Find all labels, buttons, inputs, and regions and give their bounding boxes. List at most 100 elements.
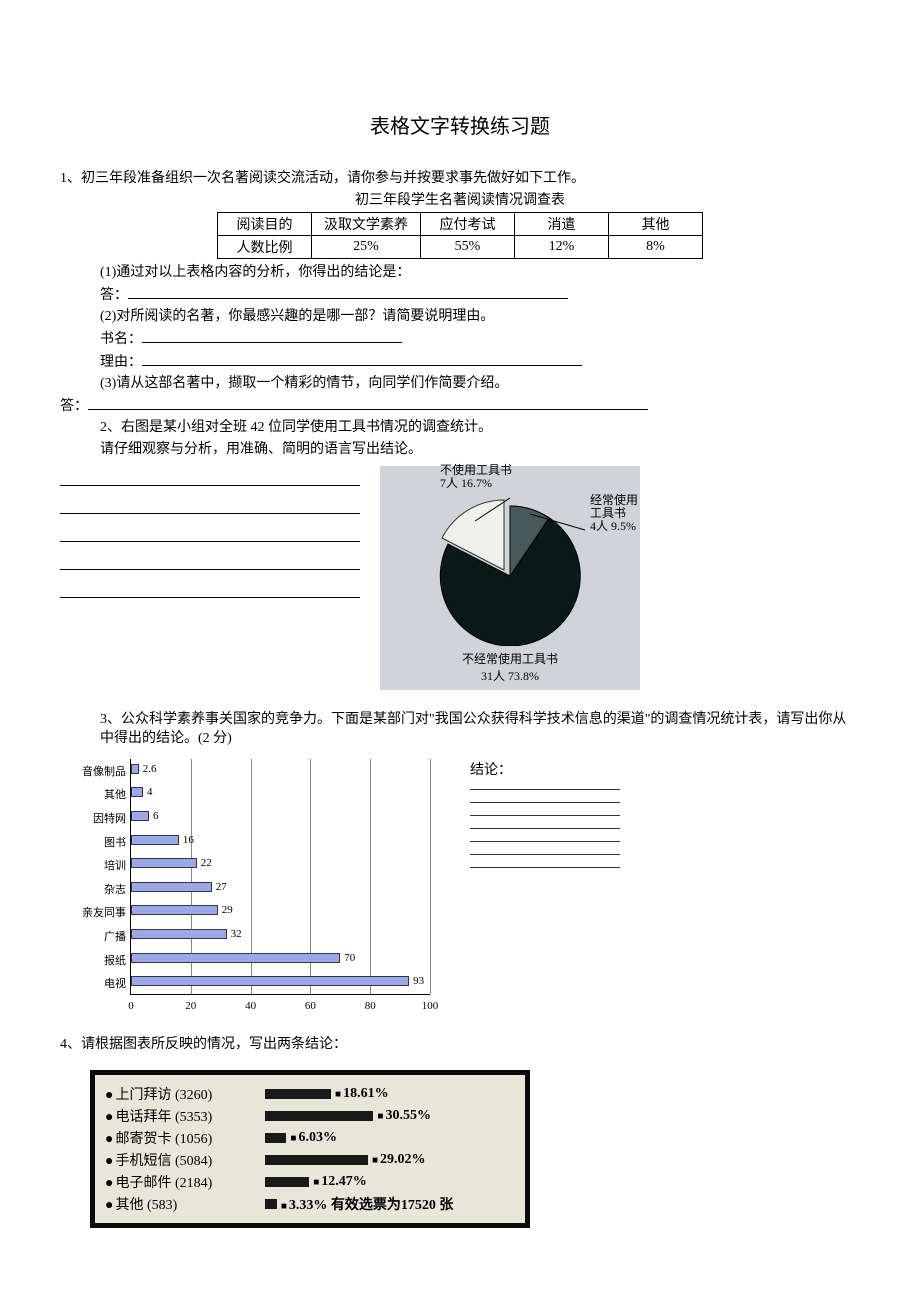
pie-icon <box>425 486 595 646</box>
q4-bar-rect <box>265 1177 309 1187</box>
xtick: 40 <box>245 1000 256 1012</box>
bar-rect <box>131 787 143 797</box>
bar-rect <box>131 835 179 845</box>
q2-pie-chart: 不使用工具书 7人 16.7% 经常使用 工具书 4人 9.5% 不经常使用工具… <box>380 466 640 690</box>
bar-value-label: 16 <box>183 834 194 846</box>
q4-bar-rect <box>265 1111 373 1121</box>
pie-label-r1: 经常使用 <box>590 493 638 507</box>
q3-bar-chart: 0 20 40 60 80 100 2.64616222729327093 音像… <box>60 759 440 1019</box>
q1-ans1: 答： <box>100 285 860 306</box>
page-title: 表格文字转换练习题 <box>60 110 860 139</box>
bar-rect <box>131 858 197 868</box>
q1-v2: 12% <box>515 236 609 259</box>
bar-value-label: 27 <box>216 881 227 893</box>
bar-row: 70 <box>131 952 430 964</box>
bar-row: 27 <box>131 881 430 893</box>
q2-intro2: 请仔细观察与分析，用准确、简明的语言写出结论。 <box>100 440 860 460</box>
bar-category-label: 音像制品 <box>60 763 126 779</box>
blank-line[interactable] <box>470 854 620 855</box>
bar-rect <box>131 929 227 939</box>
bar-value-label: 32 <box>231 928 242 940</box>
pie-label-bottom: 不经常使用工具书 <box>462 652 558 666</box>
blank-line[interactable] <box>60 578 360 598</box>
q1-book: 书名： <box>100 329 860 350</box>
bar-category-label: 因特网 <box>60 810 126 826</box>
q1-ans3: 答： <box>60 396 860 417</box>
bar-value-label: 2.6 <box>143 763 157 775</box>
q4-item-name: 邮寄贺卡 (1056) <box>105 1128 265 1148</box>
blank-line[interactable] <box>470 828 620 829</box>
q4-bar-rect <box>265 1089 331 1099</box>
q1-v3: 8% <box>609 236 703 259</box>
bar-category-label: 电视 <box>60 975 126 991</box>
blank-line[interactable] <box>128 285 568 299</box>
q4-item-name: 手机短信 (5084) <box>105 1150 265 1170</box>
bar-row: 16 <box>131 834 430 846</box>
q4-row: 上门拜访 (3260)18.61% <box>105 1083 515 1105</box>
blank-line[interactable] <box>60 522 360 542</box>
q1-h3: 消遣 <box>515 213 609 236</box>
bar-row: 32 <box>131 928 430 940</box>
bar-value-label: 22 <box>201 857 212 869</box>
xtick: 0 <box>128 1000 134 1012</box>
blank-line[interactable] <box>470 867 620 868</box>
q1-h2: 应付考试 <box>421 213 515 236</box>
blank-line[interactable] <box>60 494 360 514</box>
blank-line[interactable] <box>470 789 620 790</box>
q2-answer-lines[interactable] <box>60 466 360 690</box>
blank-line[interactable] <box>470 841 620 842</box>
q4-item-name: 其他 (583) <box>105 1194 265 1214</box>
q4-intro: 4、请根据图表所反映的情况，写出两条结论： <box>60 1035 860 1055</box>
pie-label-r2: 工具书 <box>590 506 626 520</box>
bar-value-label: 4 <box>147 786 153 798</box>
bar-rect <box>131 882 212 892</box>
q4-row: 其他 (583)3.33% 有效选票为17520 张 <box>105 1193 515 1215</box>
bar-value-label: 93 <box>413 975 424 987</box>
bar-row: 2.6 <box>131 763 430 775</box>
bar-row: 93 <box>131 975 430 987</box>
q1-v1: 55% <box>421 236 515 259</box>
q1-sub2: (2)对所阅读的名著，你最感兴趣的是哪一部？请简要说明理由。 <box>100 307 860 327</box>
bar-rect <box>131 764 139 774</box>
blank-line[interactable] <box>470 815 620 816</box>
pie-label-r3: 4人 9.5% <box>590 519 636 533</box>
bar-rect <box>131 953 340 963</box>
pie-label-top2: 7人 16.7% <box>440 476 492 490</box>
q1-sub1: (1)通过对以上表格内容的分析，你得出的结论是： <box>100 263 860 283</box>
q1-v0: 25% <box>312 236 421 259</box>
q4-chart: 上门拜访 (3260)18.61%电话拜年 (5353)30.55%邮寄贺卡 (… <box>90 1070 530 1228</box>
q1-h4: 其他 <box>609 213 703 236</box>
bar-row: 22 <box>131 857 430 869</box>
q4-pct-label: 30.55% <box>377 1108 431 1124</box>
blank-line[interactable] <box>142 352 582 366</box>
q1-h0: 阅读目的 <box>218 213 312 236</box>
xtick: 100 <box>422 1000 439 1012</box>
blank-line[interactable] <box>470 802 620 803</box>
bar-value-label: 29 <box>222 904 233 916</box>
q1-reason: 理由： <box>100 352 860 373</box>
blank-line[interactable] <box>88 396 648 410</box>
q1-h1: 汲取文学素养 <box>312 213 421 236</box>
bar-category-label: 杂志 <box>60 881 126 897</box>
bar-rect <box>131 811 149 821</box>
bar-category-label: 其他 <box>60 786 126 802</box>
q4-bar-rect <box>265 1133 286 1143</box>
q3-conclusion-label: 结论： <box>470 759 860 779</box>
q1-rowlabel: 人数比例 <box>218 236 312 259</box>
q4-pct-label: 6.03% <box>290 1130 337 1146</box>
blank-line[interactable] <box>142 329 402 343</box>
blank-line[interactable] <box>60 466 360 486</box>
q4-row: 电话拜年 (5353)30.55% <box>105 1105 515 1127</box>
bar-rect <box>131 905 218 915</box>
q4-pct-label: 12.47% <box>313 1174 367 1190</box>
q4-row: 邮寄贺卡 (1056) 6.03% <box>105 1127 515 1149</box>
q1-table-caption: 初三年段学生名著阅读情况调查表 <box>60 191 860 211</box>
bar-row: 29 <box>131 904 430 916</box>
bar-category-label: 广播 <box>60 928 126 944</box>
q1-intro: 1、初三年段准备组织一次名著阅读交流活动，请你参与并按要求事先做好如下工作。 <box>60 169 860 189</box>
bar-rect <box>131 976 409 986</box>
q4-row: 手机短信 (5084) 29.02% <box>105 1149 515 1171</box>
q4-pct-label: 29.02% <box>372 1152 426 1168</box>
blank-line[interactable] <box>60 550 360 570</box>
q2-intro1: 2、右图是某小组对全班 42 位同学使用工具书情况的调查统计。 <box>100 418 860 438</box>
